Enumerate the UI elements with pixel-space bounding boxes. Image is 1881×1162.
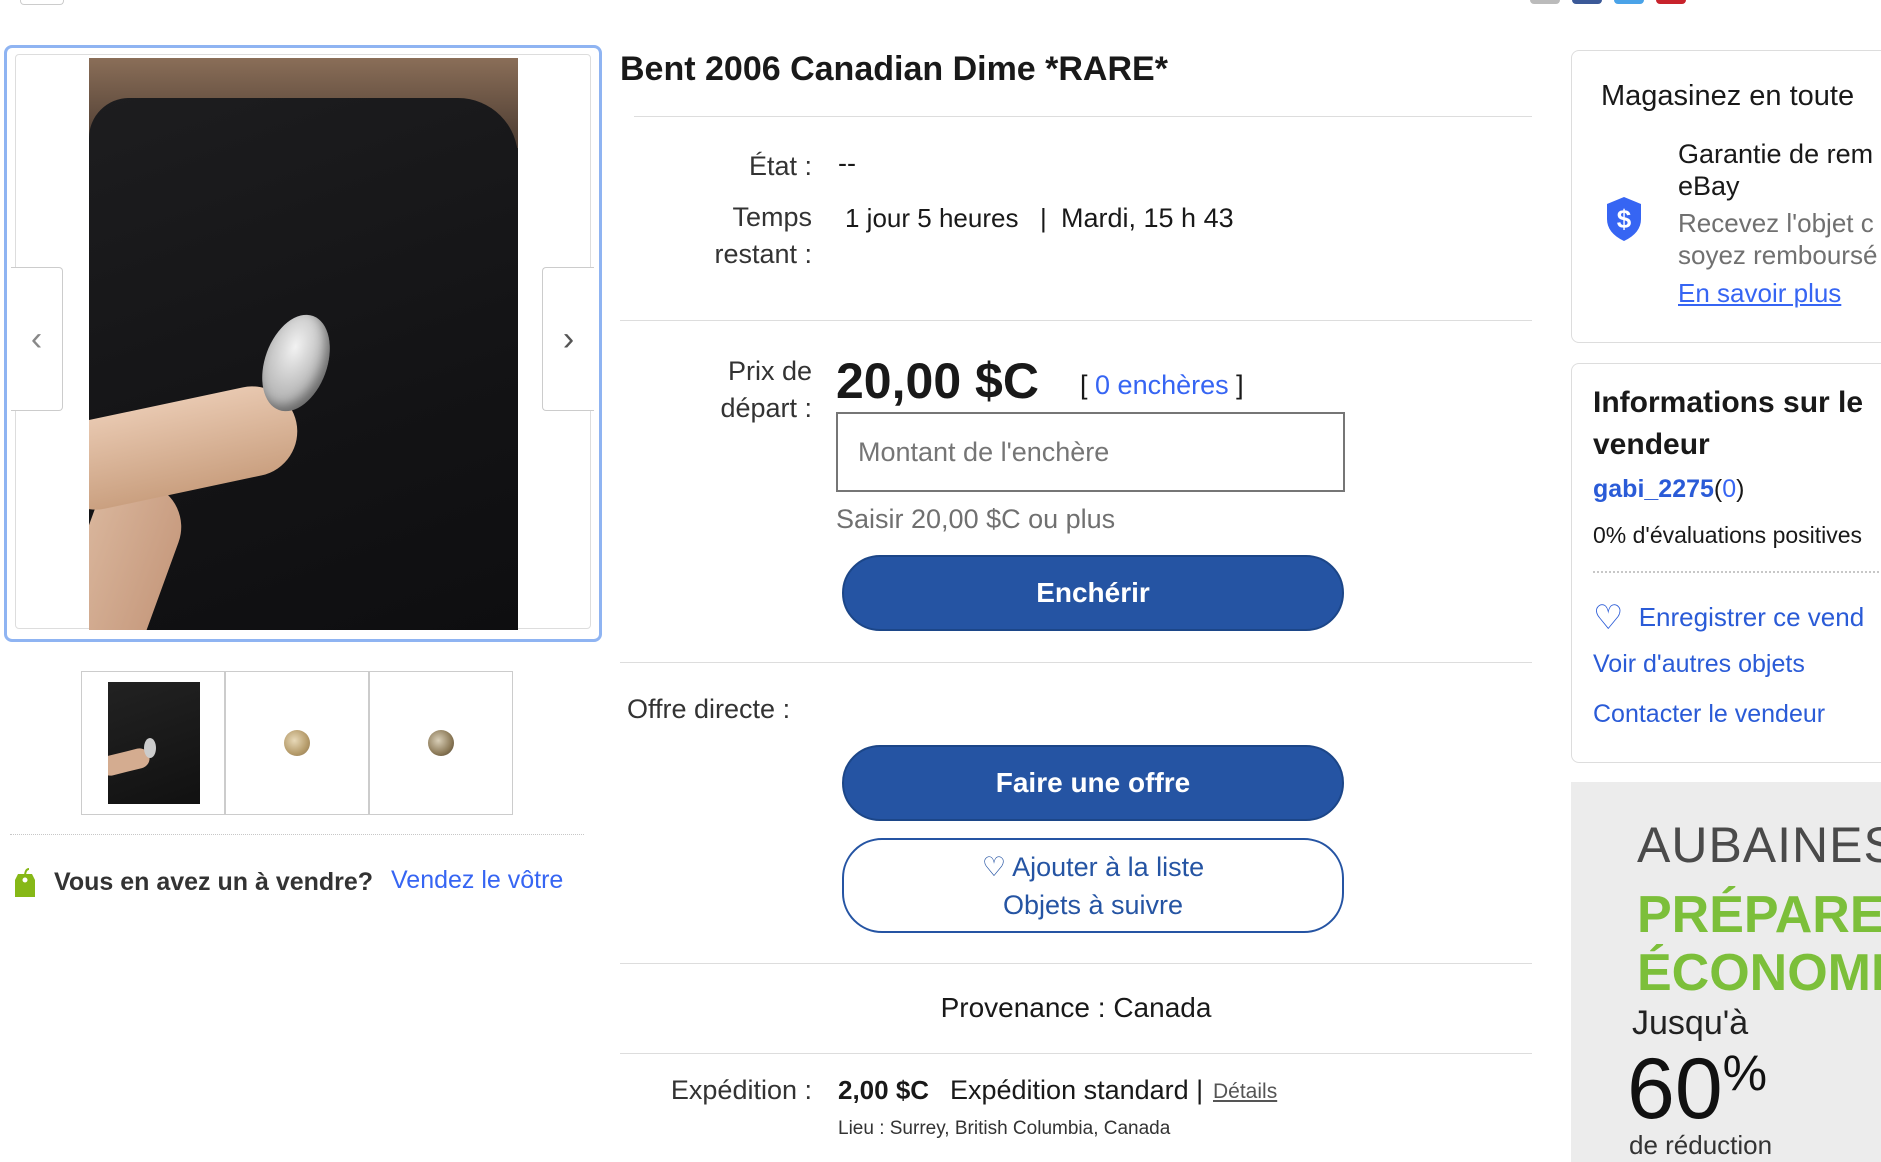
seller-info-heading: Informations sur le vendeur (1593, 382, 1863, 466)
ad-discount: 60% (1627, 1040, 1767, 1139)
save-seller-label: Enregistrer ce vend (1638, 602, 1865, 632)
guarantee-title-line1: Garantie de rem (1678, 139, 1874, 169)
thumbnail-3[interactable] (369, 671, 513, 815)
divider (634, 116, 1532, 117)
share-pinterest-icon[interactable] (1656, 0, 1686, 4)
ad-tagline-line2: ÉCONOMISE (1637, 944, 1881, 1002)
ad-discount-value: 60 (1627, 1041, 1723, 1137)
promo-ad-banner[interactable]: AUBAINES PRÉPAREZ-V ÉCONOMISE Jusqu'à 60… (1571, 782, 1881, 1162)
best-offer-label: Offre directe : (627, 694, 791, 724)
start-price-label-line1: Prix de (727, 356, 812, 386)
current-price: 20,00 $C (836, 353, 1039, 409)
guarantee-description: Recevez l'objet c soyez remboursé (1678, 207, 1877, 271)
start-price-label: Prix de départ : (622, 353, 812, 427)
add-to-watchlist-button[interactable]: ♡ Ajouter à la liste Objets à suivre (842, 838, 1344, 933)
ad-upto: Jusqu'à (1632, 1004, 1749, 1042)
gallery-next-button[interactable]: › (542, 267, 594, 411)
bid-count-open-bracket: [ (1080, 370, 1088, 400)
see-other-items-link[interactable]: Voir d'autres objets (1593, 650, 1805, 679)
ad-discount-caption: de réduction (1629, 1130, 1773, 1160)
share-facebook-icon[interactable] (1572, 0, 1602, 4)
divider (620, 320, 1532, 321)
top-control-remnant[interactable] (20, 0, 64, 5)
item-location: Lieu : Surrey, British Columbia, Canada (838, 1118, 1171, 1139)
listing-title: Bent 2006 Canadian Dime *RARE* (620, 50, 1168, 88)
make-offer-button[interactable]: Faire une offre (842, 745, 1344, 821)
share-email-icon[interactable] (1530, 0, 1560, 4)
ad-discount-percent: % (1722, 1045, 1768, 1101)
ad-headline: AUBAINES (1637, 817, 1881, 873)
share-twitter-icon[interactable] (1614, 0, 1644, 4)
shipping-label: Expédition : (670, 1075, 812, 1105)
divider (10, 834, 584, 835)
gallery-prev-button[interactable]: ‹ (11, 267, 63, 411)
guarantee-title-line2: eBay (1678, 171, 1740, 201)
seller-heading-line2: vendeur (1593, 428, 1710, 461)
condition-value: -- (838, 148, 856, 178)
divider (620, 662, 1532, 663)
time-left-label-line1: Temps (732, 202, 812, 232)
divider (620, 963, 1532, 964)
svg-text:$: $ (1617, 204, 1632, 234)
ad-tagline-line1: PRÉPAREZ-V (1637, 886, 1881, 944)
end-time: Mardi, 15 h 43 (1061, 203, 1234, 233)
start-price-label-line2: départ : (720, 393, 812, 423)
guarantee-desc-line1: Recevez l'objet c (1678, 208, 1874, 238)
main-product-image[interactable] (89, 58, 518, 630)
divider (1593, 571, 1881, 573)
shipping-details-link[interactable]: Détails (1213, 1080, 1277, 1104)
watchlist-label-line1: Ajouter à la liste (1012, 852, 1205, 882)
seller-identity: gabi_2275(0) (1593, 475, 1744, 504)
chevron-left-icon: ‹ (30, 319, 43, 358)
contact-seller-link[interactable]: Contacter le vendeur (1593, 700, 1825, 729)
price-tag-icon (15, 868, 35, 897)
shield-dollar-icon: $ (1607, 197, 1641, 241)
time-remaining: 1 jour 5 heures (845, 203, 1019, 233)
condition-label: État : (748, 151, 812, 181)
seller-score-close: ) (1736, 475, 1745, 503)
bid-count-close-bracket: ] (1236, 370, 1244, 400)
heart-icon: ♡ (1593, 599, 1624, 637)
time-separator: | (1040, 203, 1047, 233)
save-seller-link[interactable]: ♡ Enregistrer ce vend (1593, 598, 1864, 638)
time-left-label-line2: restant : (714, 239, 812, 269)
bid-history-link[interactable]: 0 enchères (1095, 370, 1229, 400)
watchlist-label-line2: Objets à suivre (1002, 890, 1184, 920)
guarantee-heading: Magasinez en toute (1601, 80, 1855, 112)
item-origin: Provenance : Canada (940, 992, 1212, 1023)
seller-heading-line1: Informations sur le (1593, 386, 1864, 419)
seller-positive-feedback: 0% d'évaluations positives (1593, 522, 1863, 548)
seller-feedback-score-link[interactable]: 0 (1722, 475, 1736, 503)
thumbnail-1-image (108, 682, 200, 804)
time-left-label: Temps restant : (622, 199, 812, 273)
seller-score-open: ( (1713, 475, 1723, 503)
guarantee-desc-line2: soyez remboursé (1678, 240, 1878, 270)
thumbnail-2[interactable] (225, 671, 369, 815)
sell-prompt-text: Vous en avez un à vendre? (54, 868, 374, 896)
sell-yours-link[interactable]: Vendez le vôtre (391, 866, 563, 895)
learn-more-link[interactable]: En savoir plus (1678, 278, 1841, 309)
place-bid-button[interactable]: Enchérir (842, 555, 1344, 631)
chevron-right-icon: › (562, 319, 575, 358)
divider (620, 1053, 1532, 1054)
guarantee-title: Garantie de rem eBay (1678, 138, 1873, 202)
ad-tagline: PRÉPAREZ-V ÉCONOMISE (1637, 886, 1881, 1002)
thumbnail-2-image (284, 730, 310, 756)
thumbnail-1[interactable] (81, 671, 225, 815)
heart-icon: ♡ (981, 852, 1007, 882)
shipping-amount: 2,00 $C (838, 1075, 930, 1105)
bid-hint: Saisir 20,00 $C ou plus (836, 504, 1116, 534)
shipping-type: Expédition standard | (950, 1075, 1204, 1105)
bid-count: [ 0 enchères ] (1080, 370, 1244, 401)
thumbnail-3-image (428, 730, 454, 756)
seller-name-link[interactable]: gabi_2275 (1593, 475, 1714, 503)
bid-amount-input[interactable] (836, 412, 1345, 492)
